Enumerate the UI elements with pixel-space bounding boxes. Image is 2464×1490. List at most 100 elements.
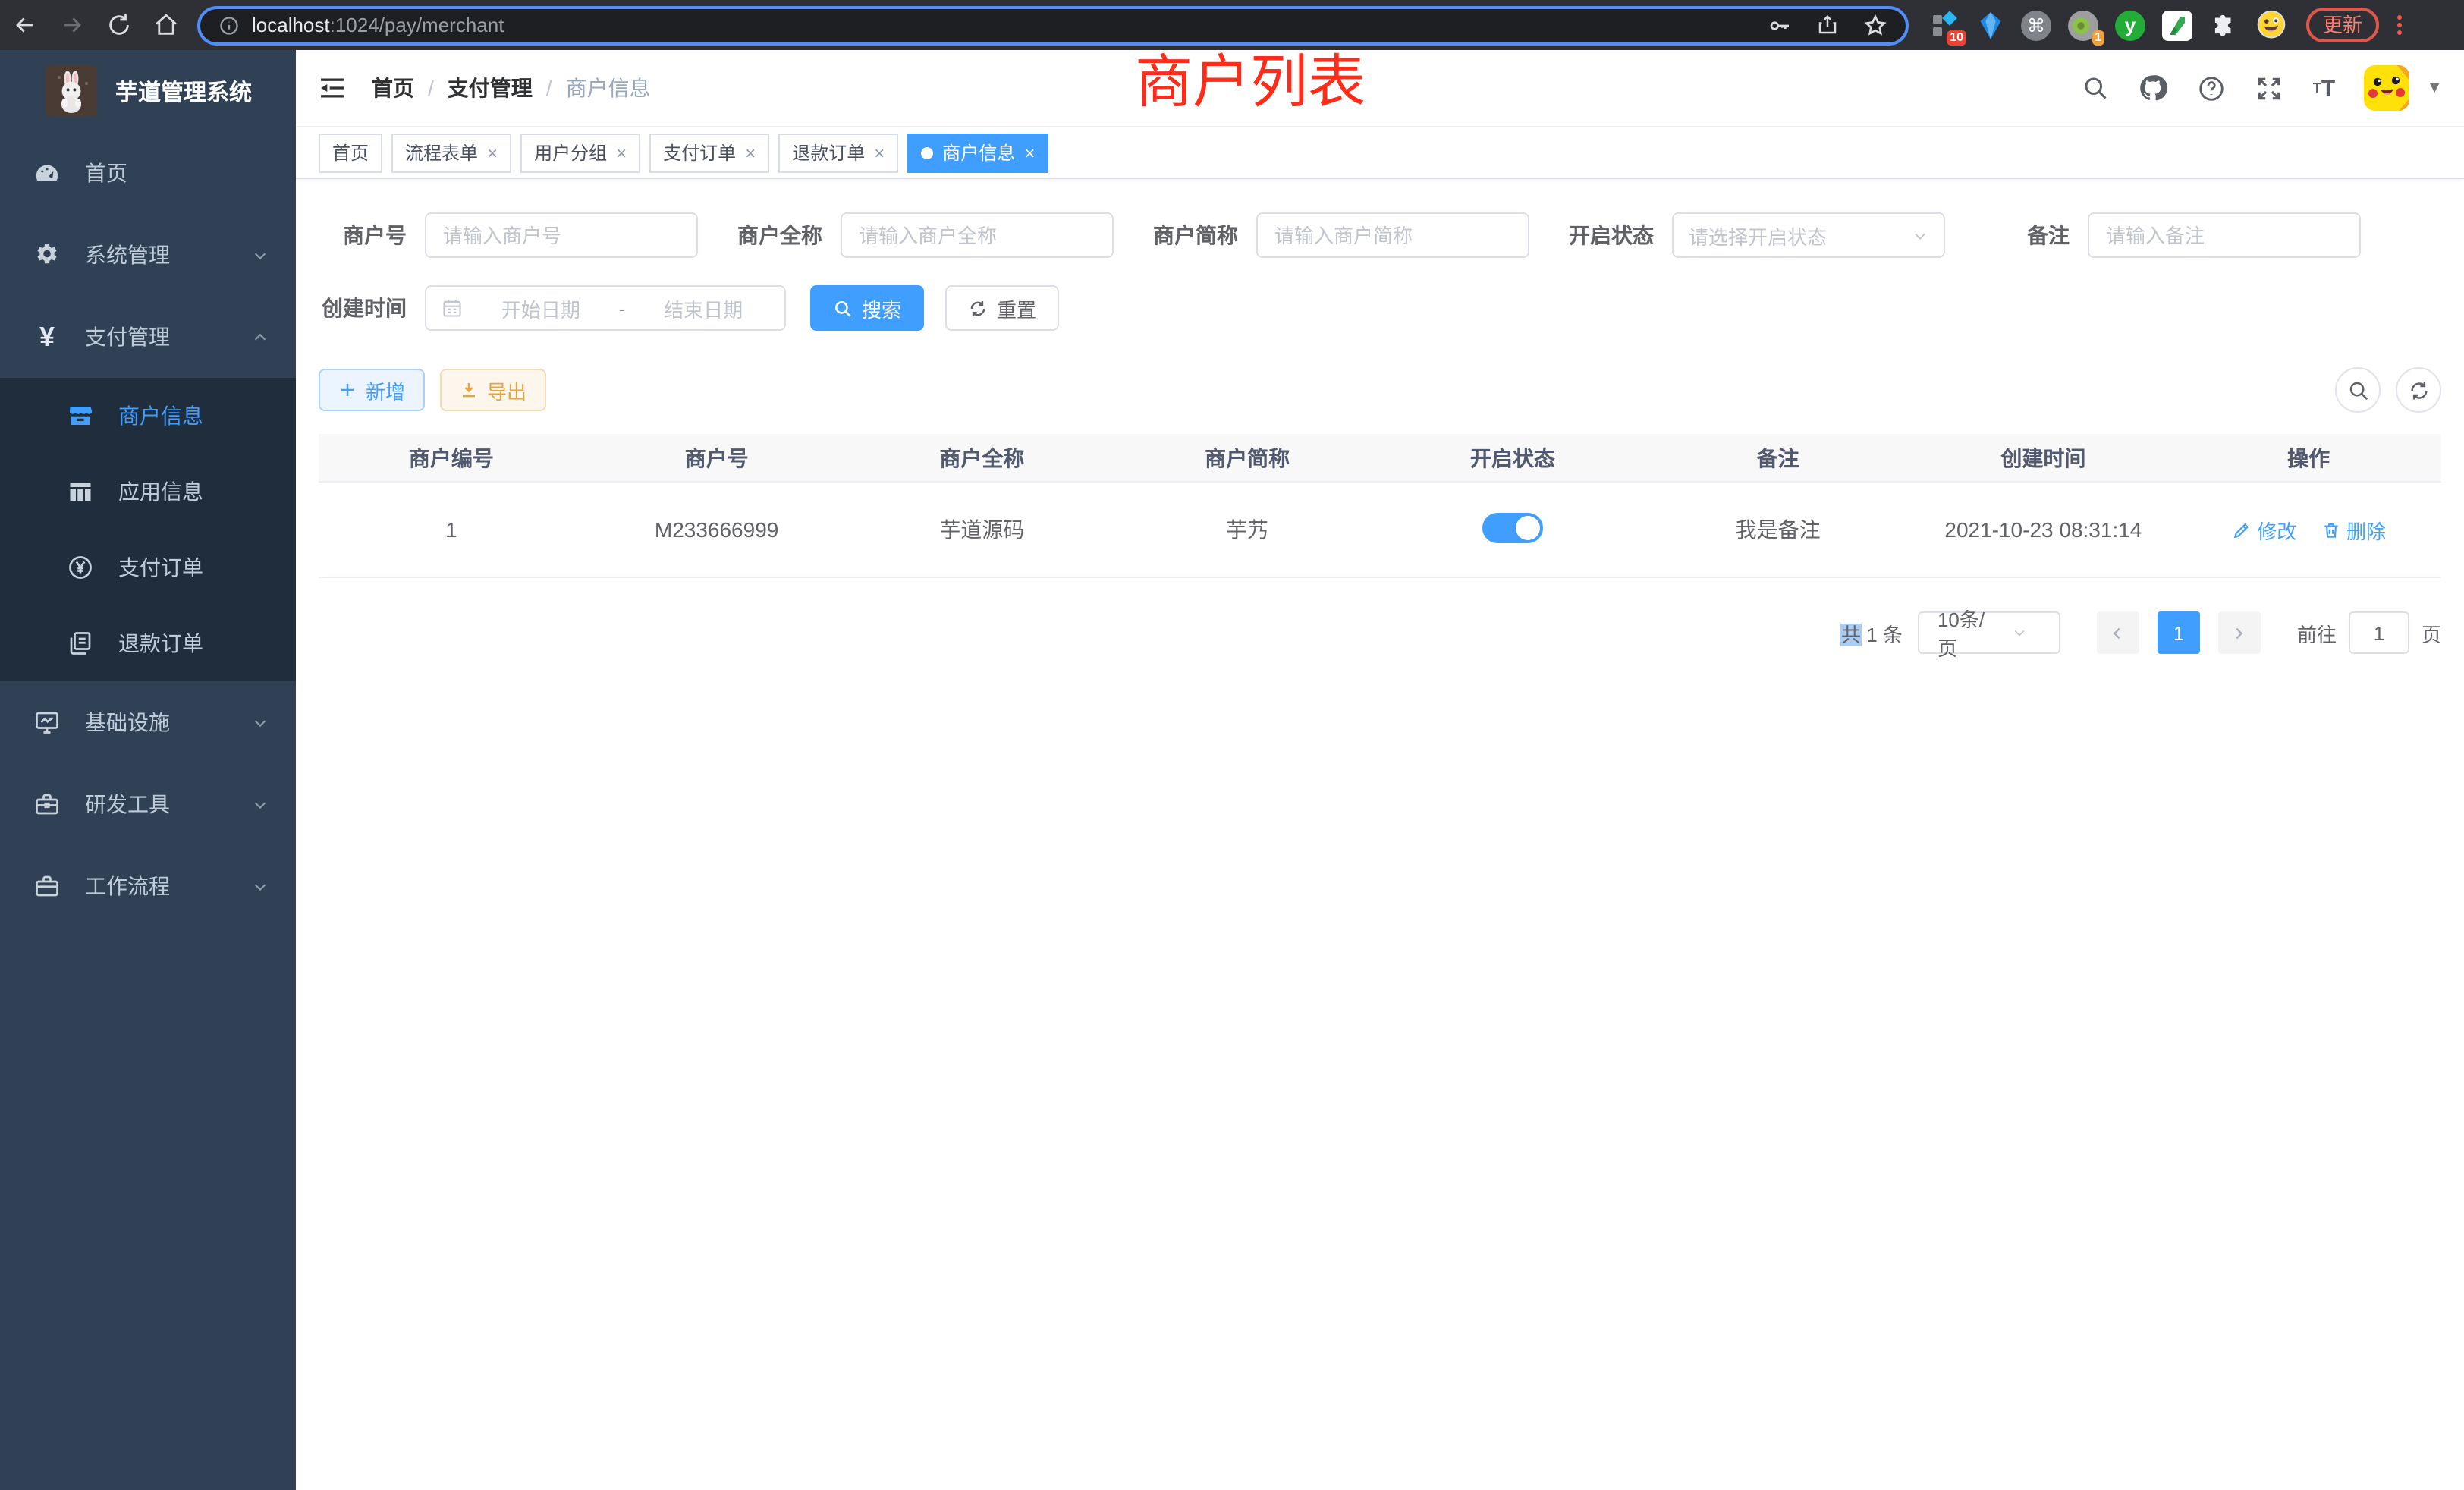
browser-toolbar: localhost:1024/pay/merchant 10 ⌘ 1: [0, 0, 2464, 50]
sidebar-item-app-info[interactable]: 应用信息: [0, 454, 296, 530]
sidebar-submenu-payment: 商户信息 应用信息 支付订单 退款订单: [0, 378, 296, 681]
github-icon[interactable]: [2139, 73, 2169, 103]
chevron-down-icon: [1992, 625, 2047, 640]
col-actions: 操作: [2176, 434, 2441, 482]
toggle-search-button[interactable]: [2335, 367, 2381, 413]
chevron-down-icon: [1912, 227, 1928, 244]
sidebar-item-infrastructure[interactable]: 基础设施: [0, 681, 296, 763]
filter-short-name: 商户简称: [1150, 212, 1529, 258]
plus-icon: [338, 381, 357, 399]
forward-icon[interactable]: [59, 12, 85, 38]
extension-avocado-icon[interactable]: 1: [2068, 10, 2098, 40]
goto-page-input[interactable]: [2349, 611, 2409, 654]
page-size-select[interactable]: 10条/页: [1918, 611, 2060, 654]
breadcrumb-payment[interactable]: 支付管理: [448, 73, 533, 103]
edit-link[interactable]: 修改: [2231, 515, 2296, 544]
close-icon[interactable]: ×: [745, 142, 756, 163]
cell-create-time: 2021-10-23 08:31:14: [1911, 482, 2176, 577]
cell-merchant-no: M233666999: [584, 482, 850, 577]
sidebar-item-merchant-info[interactable]: 商户信息: [0, 378, 296, 454]
short-name-input[interactable]: [1256, 212, 1529, 258]
site-info-icon[interactable]: [218, 14, 240, 36]
extension-command-icon[interactable]: ⌘: [2021, 10, 2051, 40]
chevron-up-icon: [252, 328, 269, 345]
browser-menu-icon[interactable]: [2394, 12, 2405, 38]
filter-merchant-no: 商户号: [319, 212, 698, 258]
close-icon[interactable]: ×: [1024, 142, 1035, 163]
extension-puzzle-icon[interactable]: [2209, 11, 2238, 39]
export-button[interactable]: 导出: [440, 369, 546, 411]
search-button[interactable]: 搜索: [810, 285, 924, 331]
close-icon[interactable]: ×: [616, 142, 627, 163]
yen-icon: ¥: [30, 321, 64, 353]
chevron-down-icon: [252, 714, 269, 731]
filter-label: 商户简称: [1150, 220, 1238, 250]
sidebar-item-pay-order[interactable]: 支付订单: [0, 530, 296, 605]
delete-link[interactable]: 删除: [2321, 515, 2386, 544]
filter-label: 开启状态: [1566, 220, 1654, 250]
toolbox-icon: [30, 791, 64, 818]
search-icon[interactable]: [2082, 74, 2110, 102]
tab-pay-order[interactable]: 支付订单×: [649, 133, 769, 172]
tab-process-form[interactable]: 流程表单×: [391, 133, 511, 172]
url-bar[interactable]: localhost:1024/pay/merchant: [197, 5, 1909, 45]
reset-button[interactable]: 重置: [945, 285, 1059, 331]
active-dot: [921, 146, 933, 159]
avatar-caret-icon[interactable]: ▼: [2426, 79, 2443, 97]
download-icon: [460, 381, 478, 399]
date-range-picker[interactable]: 开始日期 - 结束日期: [425, 285, 786, 331]
tab-home[interactable]: 首页: [319, 133, 382, 172]
status-toggle[interactable]: [1482, 512, 1543, 542]
cell-short-name: 芋艿: [1114, 482, 1380, 577]
close-icon[interactable]: ×: [487, 142, 498, 163]
status-select[interactable]: 请选择开启状态: [1672, 212, 1945, 258]
remark-input[interactable]: [2088, 212, 2361, 258]
close-icon[interactable]: ×: [874, 142, 885, 163]
add-button[interactable]: 新增: [319, 369, 425, 411]
extension-y-icon[interactable]: y: [2115, 10, 2145, 40]
browser-update-button[interactable]: 更新: [2306, 8, 2379, 42]
monitor-chart-icon: [30, 709, 64, 736]
refresh-table-button[interactable]: [2396, 367, 2441, 413]
sidebar-item-payment[interactable]: ¥ 支付管理: [0, 296, 296, 378]
share-icon[interactable]: [1816, 14, 1839, 36]
filter-status: 开启状态 请选择开启状态: [1566, 212, 1945, 258]
extension-blocks-icon[interactable]: 10: [1930, 10, 1960, 40]
cell-merchant-id: 1: [319, 482, 584, 577]
sidebar: 芋道管理系统 首页 系统管理 ¥ 支付管理: [0, 50, 296, 1490]
home-icon[interactable]: [153, 12, 179, 38]
filter-create-time: 创建时间 开始日期 - 结束日期: [319, 285, 786, 331]
sidebar-collapse-icon[interactable]: [317, 73, 347, 103]
extension-sheet-icon[interactable]: [2162, 10, 2192, 40]
tab-refund-order[interactable]: 退款订单×: [778, 133, 898, 172]
pagination: 共 1 条 10条/页 1 前往 页: [319, 611, 2441, 654]
help-icon[interactable]: [2198, 74, 2227, 102]
password-key-icon[interactable]: [1768, 13, 1792, 37]
bookmark-star-icon[interactable]: [1863, 13, 1887, 37]
filter-full-name: 商户全称: [734, 212, 1114, 258]
user-avatar[interactable]: [2364, 65, 2409, 111]
search-icon: [833, 298, 853, 318]
back-icon[interactable]: [12, 12, 38, 38]
breadcrumb-home[interactable]: 首页: [372, 73, 414, 103]
trash-icon: [2321, 520, 2340, 539]
extension-badge: 10: [1947, 30, 1966, 45]
extension-emoji-icon[interactable]: [2255, 8, 2288, 42]
chevron-down-icon: [252, 796, 269, 813]
merchant-no-input[interactable]: [425, 212, 698, 258]
sidebar-item-workflow[interactable]: 工作流程: [0, 845, 296, 927]
fullscreen-icon[interactable]: [2255, 74, 2284, 102]
sidebar-item-home[interactable]: 首页: [0, 132, 296, 214]
tab-user-group[interactable]: 用户分组×: [520, 133, 640, 172]
sidebar-item-dev-tools[interactable]: 研发工具: [0, 763, 296, 845]
tab-merchant-info[interactable]: 商户信息×: [907, 133, 1048, 172]
sidebar-item-system[interactable]: 系统管理: [0, 214, 296, 296]
next-page-button[interactable]: [2218, 611, 2261, 654]
font-size-icon[interactable]: TT: [2313, 75, 2335, 101]
sidebar-item-refund-order[interactable]: 退款订单: [0, 605, 296, 681]
page-number-1[interactable]: 1: [2158, 611, 2200, 654]
full-name-input[interactable]: [841, 212, 1114, 258]
prev-page-button[interactable]: [2097, 611, 2139, 654]
extension-gem-icon[interactable]: [1977, 10, 2004, 40]
reload-icon[interactable]: [106, 12, 132, 38]
